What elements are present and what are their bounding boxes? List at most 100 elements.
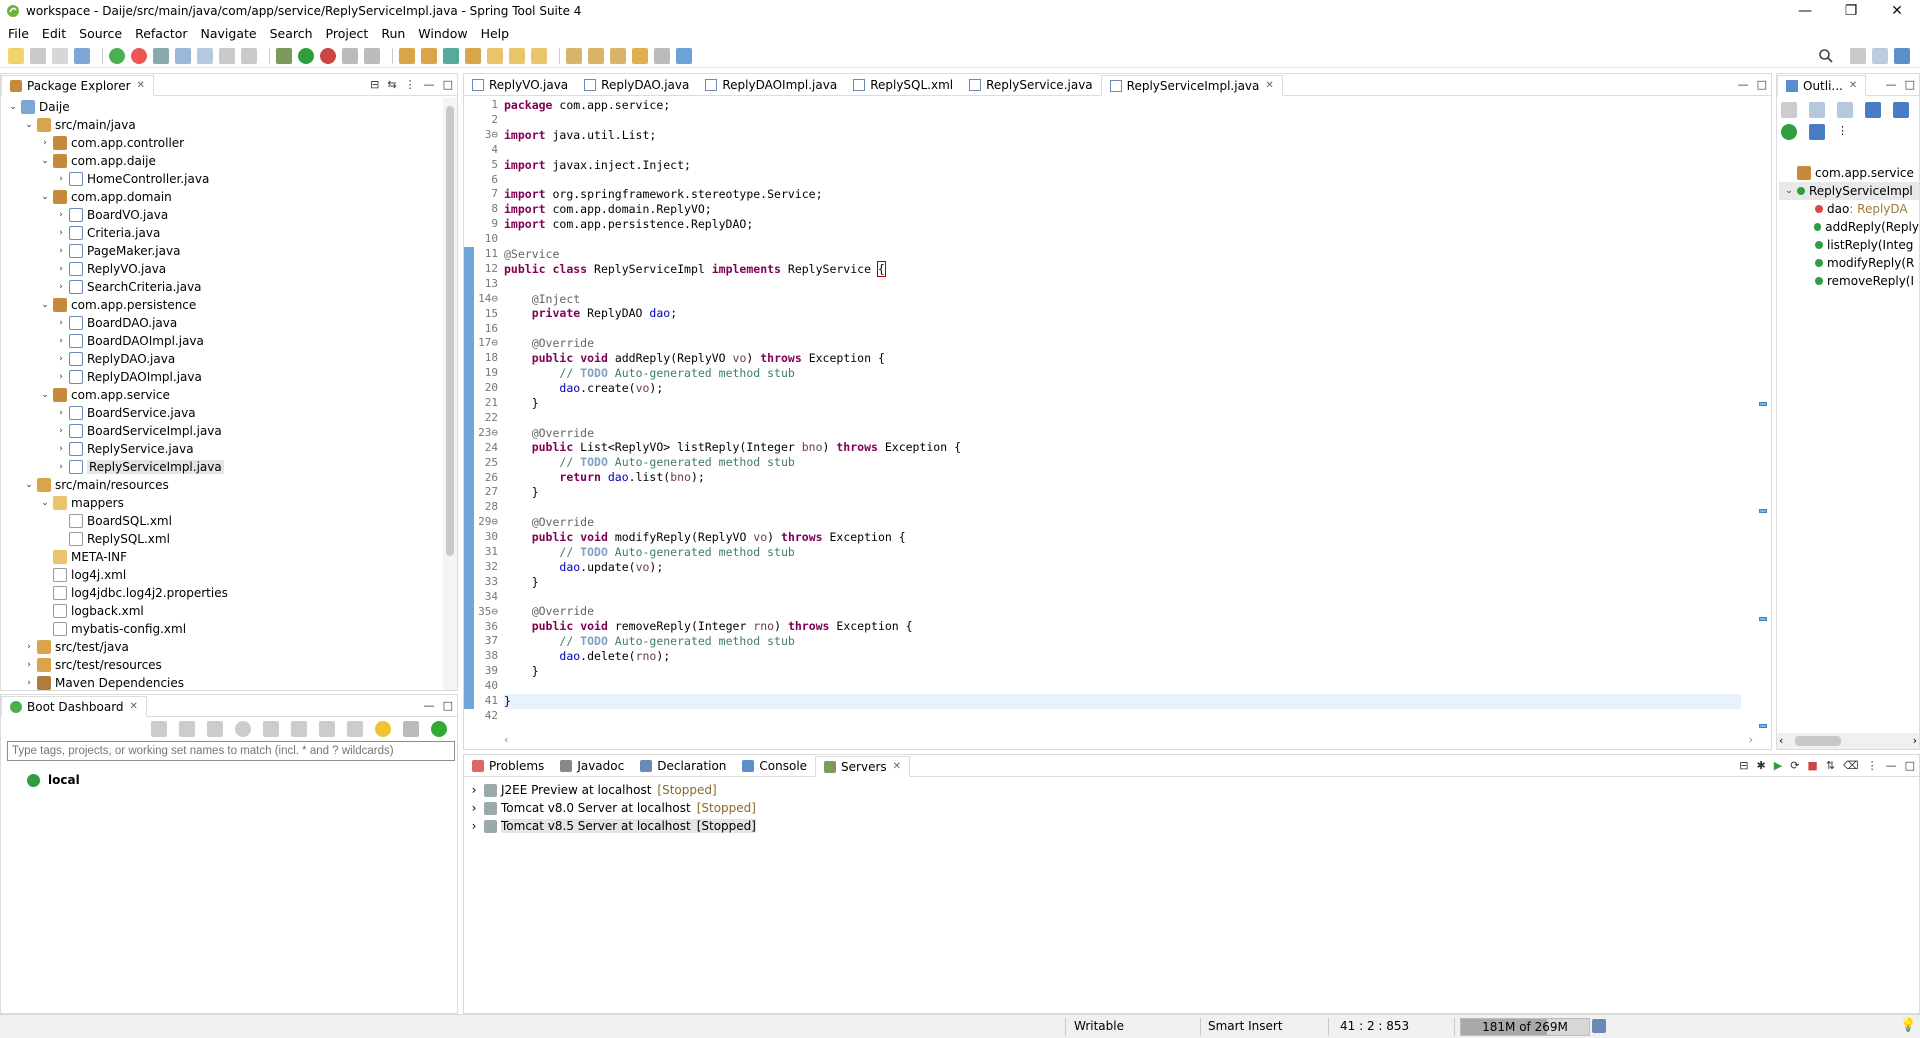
edit-icon[interactable] [319,721,335,737]
package-explorer-scrollbar[interactable] [443,98,457,690]
tree-item[interactable]: › Criteria.java [1,224,443,242]
code-line[interactable]: return dao.list(bno); [504,470,1741,485]
tree-item[interactable]: › ReplyVO.java [1,260,443,278]
code-line[interactable]: // TODO Auto-generated method stub [504,366,1741,381]
close-icon[interactable]: ✕ [1849,80,1857,91]
outline-item[interactable]: listReply(Integ [1779,236,1919,254]
view-menu-icon[interactable]: ⋮ [405,78,416,91]
code-line[interactable]: @Override [504,515,1741,530]
view-menu-icon[interactable]: ⋮ [1837,124,1848,140]
server-row[interactable]: › Tomcat v8.0 Server at localhost [Stopped… [468,799,1919,817]
chevron-icon[interactable]: › [55,354,67,364]
code-line[interactable]: @Override [504,604,1741,619]
filter-input[interactable] [7,741,455,761]
debug-icon[interactable] [179,721,195,737]
minimize-view-icon[interactable]: — [1738,78,1749,91]
hide-fields-icon[interactable] [1865,102,1881,118]
new-java-project-icon[interactable] [399,47,415,64]
code-line[interactable] [504,321,1741,336]
publish-icon[interactable]: ⇅ [1826,759,1835,772]
hide-local-types-icon[interactable] [1809,124,1825,140]
code-line[interactable] [504,679,1741,694]
bottom-tab[interactable]: Javadoc [552,755,632,776]
outline-item[interactable]: modifyReply(R [1779,254,1919,272]
chevron-icon[interactable]: › [55,462,67,472]
chevron-icon[interactable]: › [39,138,51,148]
tree-item[interactable]: › BoardDAO.java [1,314,443,332]
chevron-icon[interactable]: ⌄ [39,390,51,400]
search-file-icon[interactable] [509,47,525,64]
stop-icon[interactable] [342,47,358,64]
code-line[interactable]: import org.springframework.stereotype.Se… [504,187,1741,202]
menu-window[interactable]: Window [418,26,467,41]
outline-item[interactable]: dao : ReplyDA [1779,200,1919,218]
chevron-icon[interactable]: ⌄ [39,498,51,508]
relaunch-icon[interactable] [131,47,147,64]
code-line[interactable] [504,411,1741,426]
code-editor[interactable]: 1 2 3⊖ 4 5 6 7 8 9 10 11 12 13 14⊖ 15 16 17⊖ 18 19 20 21 22 23… [464,98,1771,729]
lightbulb-icon[interactable] [375,721,391,737]
maximize-view-icon[interactable]: □ [1905,759,1915,772]
code-line[interactable]: } [504,693,1741,709]
tree-item[interactable]: ⌄ com.app.service [1,386,443,404]
menu-run[interactable]: Run [381,26,405,41]
hide-non-public-icon[interactable] [1781,124,1797,140]
debug-icon[interactable] [276,47,292,64]
code-line[interactable]: dao.create(vo); [504,381,1741,396]
bottom-tab[interactable]: Declaration [632,755,734,776]
chevron-icon[interactable]: › [55,264,67,274]
close-icon[interactable]: ✕ [893,761,901,772]
new-icon[interactable] [8,47,24,64]
hide-static-icon[interactable] [1893,102,1909,118]
code-line[interactable]: public List<ReplyVO> listReply(Integer b… [504,440,1741,455]
code-line[interactable]: import java.util.List; [504,128,1741,143]
show-whitespace-icon[interactable] [241,47,257,64]
close-icon[interactable]: ✕ [130,701,138,712]
view-menu-icon[interactable]: ⋮ [1867,759,1878,772]
spring-perspective-icon[interactable] [1894,48,1910,64]
profile-server-icon[interactable]: ⟳ [1790,759,1799,772]
code-line[interactable] [504,589,1741,604]
code-line[interactable]: public void modifyReply(ReplyVO vo) thro… [504,530,1741,545]
chevron-icon[interactable]: ⌄ [39,192,51,202]
tab-boot-dashboard[interactable]: Boot Dashboard ✕ [1,696,147,717]
code-line[interactable]: public void removeReply(Integer rno) thr… [504,619,1741,634]
chevron-icon[interactable]: › [55,282,67,292]
chevron-icon[interactable]: › [55,336,67,346]
code-line[interactable]: } [504,485,1741,500]
code-line[interactable] [504,143,1741,158]
code-line[interactable]: public class ReplyServiceImpl implements… [504,260,1741,277]
menu-search[interactable]: Search [270,26,313,41]
minimize-view-icon[interactable]: — [424,699,435,712]
outline-horizontal-scrollbar[interactable]: ‹ › [1777,733,1919,749]
open-browser-icon[interactable] [235,721,251,737]
code-line[interactable]: } [504,664,1741,679]
tree-item[interactable]: logback.xml [1,602,443,620]
code-line[interactable]: @Override [504,426,1741,441]
overview-ruler[interactable] [1755,98,1771,729]
garbage-collect-icon[interactable] [1592,1019,1606,1033]
code-line[interactable]: // TODO Auto-generated method stub [504,545,1741,560]
outline-item[interactable]: ⌄ ReplyServiceImpl [1779,182,1919,200]
chevron-icon[interactable]: › [468,801,480,815]
bottom-tab[interactable]: Servers ✕ [815,756,911,777]
tree-item[interactable]: ⌄ com.app.daije [1,152,443,170]
code-line[interactable]: @Service [504,247,1741,262]
open-type-icon[interactable] [153,47,169,64]
chevron-icon[interactable]: › [55,372,67,382]
chevron-icon[interactable]: › [23,642,35,652]
code-line[interactable]: import javax.inject.Inject; [504,158,1741,173]
code-line[interactable]: dao.update(vo); [504,560,1741,575]
code-line[interactable]: } [504,575,1741,590]
tree-item[interactable]: log4jdbc.log4j2.properties [1,584,443,602]
tree-item[interactable]: BoardSQL.xml [1,512,443,530]
code-line[interactable]: } [504,396,1741,411]
menu-refactor[interactable]: Refactor [135,26,187,41]
run-icon[interactable] [298,47,314,64]
code-line[interactable]: package com.app.service; [504,98,1741,113]
chevron-icon[interactable]: › [23,660,35,670]
chevron-icon[interactable]: › [55,174,67,184]
maximize-view-icon[interactable]: □ [443,699,453,712]
code-line[interactable]: dao.delete(rno); [504,649,1741,664]
chevron-icon[interactable]: ⌄ [7,102,19,112]
